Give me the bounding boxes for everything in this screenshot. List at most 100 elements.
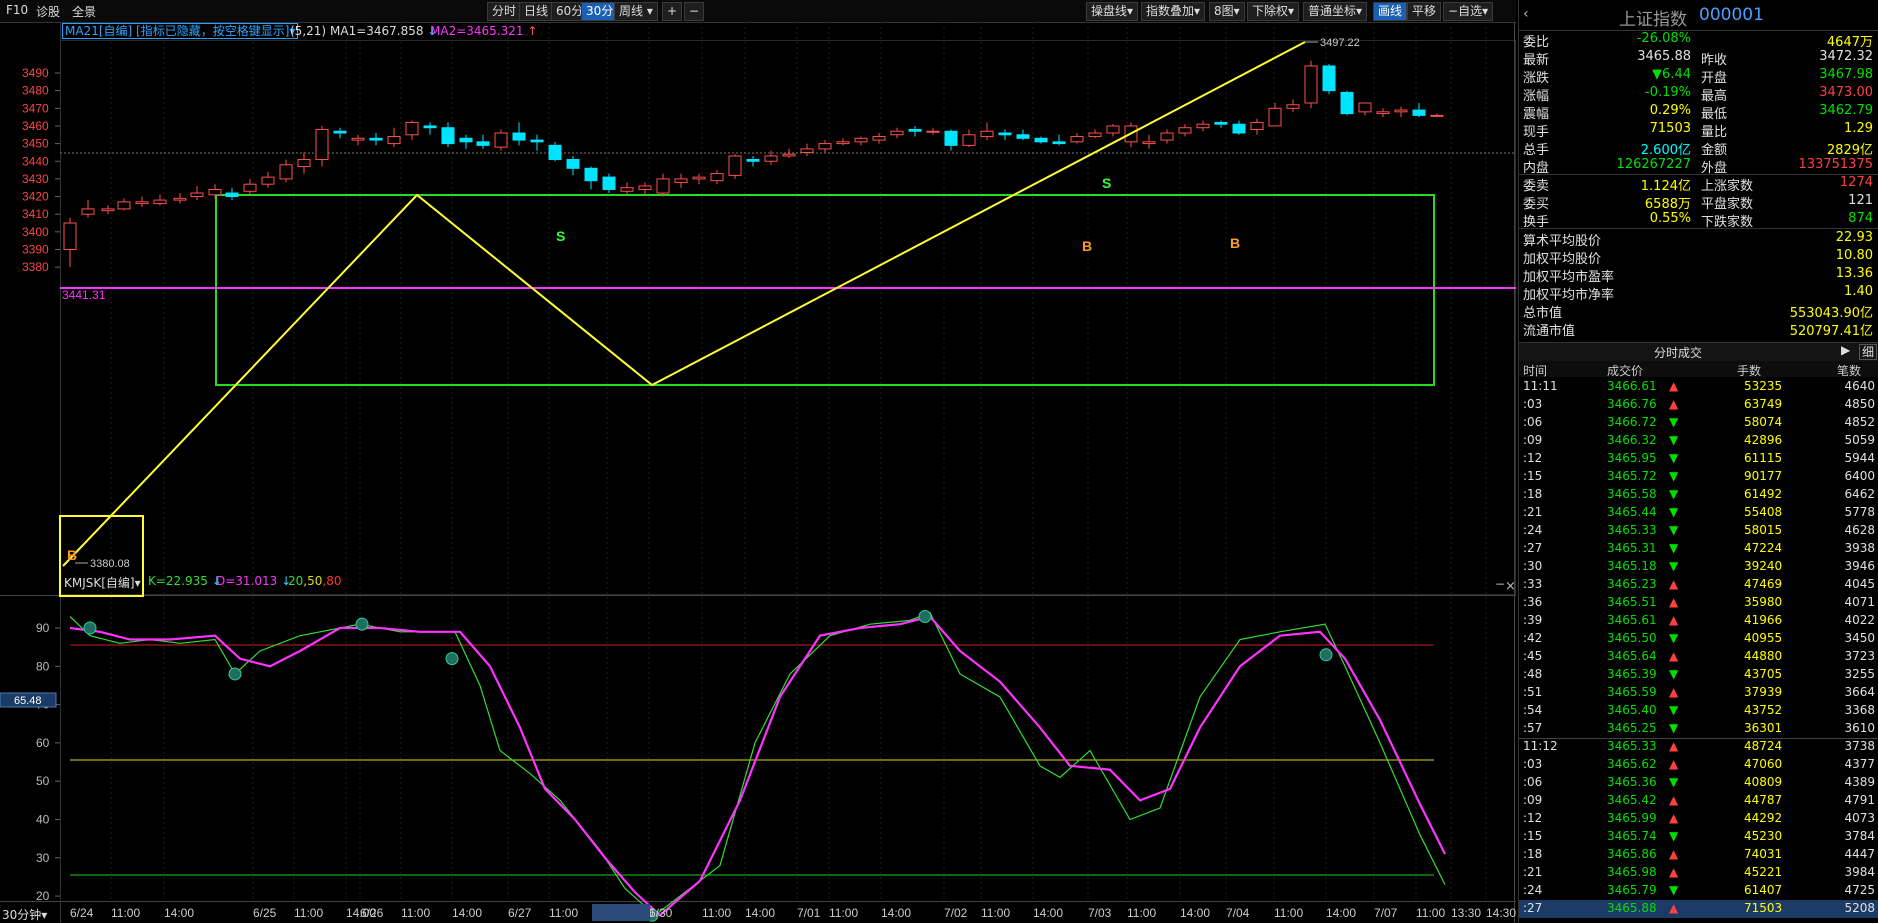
sell-marker: S <box>556 228 565 244</box>
down-triangle-icon: ▼ <box>1669 703 1679 717</box>
period-30min-button[interactable]: 30分 <box>581 2 619 21</box>
high-label: 3497.22 <box>1320 37 1360 49</box>
coordinate-button[interactable]: 普通坐标▾ <box>1303 2 1368 21</box>
zoom-in-button[interactable]: + <box>662 2 683 21</box>
ticks-title: 分时成交 <box>1654 346 1703 360</box>
period-selector[interactable]: 30分钟▾ <box>2 906 47 923</box>
tick-row[interactable]: :09 3466.32 ▼ 42896 5059 <box>1519 432 1878 450</box>
tick-row[interactable]: :36 3465.51 ▲ 35980 4071 <box>1519 594 1878 612</box>
f10-link[interactable]: F10 <box>6 3 28 17</box>
draw-line-button[interactable]: 画线 <box>1373 2 1408 21</box>
tick-volume: 48724 <box>1744 739 1783 753</box>
period-daily-button[interactable]: 日线 <box>519 2 554 21</box>
kline-chart[interactable]: 3490 3480 3470 3460 3450 3440 3430 3420 3410 3400… <box>0 22 1516 923</box>
tick-volume: 61115 <box>1744 451 1783 465</box>
tick-row[interactable]: :27 3465.31 ▼ 47224 3938 <box>1519 540 1878 558</box>
tick-count: 4377 <box>1844 757 1875 771</box>
indicator-name[interactable]: KMJSK[自编]▾ <box>64 574 141 591</box>
watchlist-button[interactable]: −自选▾ <box>1443 2 1494 21</box>
tick-row[interactable]: :39 3465.61 ▲ 41966 4022 <box>1519 612 1878 630</box>
tick-row[interactable]: :33 3465.23 ▲ 47469 4045 <box>1519 576 1878 594</box>
tick-row[interactable]: :21 3465.44 ▼ 55408 5778 <box>1519 504 1878 522</box>
tick-row[interactable]: :06 3466.72 ▼ 58074 4852 <box>1519 414 1878 432</box>
time-axis-label: 11:00 <box>549 906 578 920</box>
tick-row[interactable]: :30 3465.18 ▼ 39240 3946 <box>1519 558 1878 576</box>
indicator-close-icon[interactable]: × <box>1505 579 1516 594</box>
tick-row[interactable]: :15 3465.72 ▼ 90177 6400 <box>1519 468 1878 486</box>
tick-time: :09 <box>1523 433 1543 447</box>
tick-row[interactable]: :24 3465.33 ▼ 58015 4628 <box>1519 522 1878 540</box>
quote-value: 0.29% <box>1649 103 1691 118</box>
tick-time: :42 <box>1523 631 1543 645</box>
time-axis-label: 11:00 <box>1274 906 1303 920</box>
weekly-label: 周线 <box>619 4 644 18</box>
indicator-tick-label: 50 <box>36 774 50 788</box>
tick-row[interactable]: :48 3465.39 ▼ 43705 3255 <box>1519 666 1878 684</box>
price-tick-label: 3450 <box>22 137 49 151</box>
trend-zigzag[interactable] <box>62 41 1306 567</box>
time-axis-label: 6/30 <box>649 906 673 920</box>
stat-label: 总市值 <box>1523 306 1563 321</box>
period-intraday-button[interactable]: 分时 <box>487 2 522 21</box>
tick-volume: 53235 <box>1744 379 1783 393</box>
tick-row[interactable]: :09 3465.42 ▲ 44787 4791 <box>1519 792 1878 810</box>
ticks-header-price: 成交价 <box>1607 364 1644 378</box>
time-axis-label: 14:30 <box>1486 906 1516 920</box>
tick-row[interactable]: 11:12 3465.33 ▲ 48724 3738 <box>1519 738 1878 756</box>
ex-right-button[interactable]: 下除权▾ <box>1247 2 1300 21</box>
stat-value: 520797.41亿 <box>1789 324 1873 339</box>
tick-row[interactable]: :03 3466.76 ▲ 63749 4850 <box>1519 396 1878 414</box>
time-axis-label: 14:00 <box>452 906 482 920</box>
tick-row[interactable]: :12 3465.95 ▼ 61115 5944 <box>1519 450 1878 468</box>
time-axis-label: 7/02 <box>944 906 968 920</box>
quote-label: 开盘 <box>1701 71 1728 86</box>
back-chevron-icon[interactable]: ‹ <box>1523 6 1529 22</box>
period-weekly-button[interactable]: 周线 ▾ <box>614 2 658 21</box>
stat-value: 22.93 <box>1835 230 1873 245</box>
time-axis-label: 11:00 <box>1127 906 1156 920</box>
index-overlay-button[interactable]: 指数叠加▾ <box>1141 2 1206 21</box>
tick-detail-tab[interactable]: 细 <box>1859 344 1878 360</box>
tick-row[interactable]: :21 3465.98 ▲ 45221 3984 <box>1519 864 1878 882</box>
quote-row: 委卖 1.124亿 上涨家数 1274 <box>1523 175 1873 194</box>
tick-time: :06 <box>1523 415 1543 429</box>
tick-row[interactable]: :15 3465.74 ▼ 45230 3784 <box>1519 828 1878 846</box>
play-icon[interactable]: ▶ <box>1841 343 1850 357</box>
ma2-value: MA2=3465.321 ↑ <box>430 24 537 38</box>
tick-row[interactable]: :51 3465.59 ▲ 37939 3664 <box>1519 684 1878 702</box>
eight-chart-button[interactable]: 8图▾ <box>1209 2 1245 21</box>
quote-label: 涨跌 <box>1523 71 1550 86</box>
time-axis-label: 6/26 <box>360 906 384 920</box>
tick-row[interactable]: :12 3465.99 ▲ 44292 4073 <box>1519 810 1878 828</box>
tick-row[interactable]: :27 3465.88 ▲ 71503 5208 <box>1519 900 1878 918</box>
quote-value: 3462.79 <box>1819 103 1873 118</box>
tick-volume: 74031 <box>1744 847 1783 861</box>
tick-row[interactable]: :54 3465.40 ▼ 43752 3368 <box>1519 702 1878 720</box>
zoom-out-button[interactable]: − <box>684 2 705 21</box>
pan-button[interactable]: 平移 <box>1407 2 1442 21</box>
diagnose-link[interactable]: 诊股 <box>36 3 60 20</box>
up-triangle-icon: ▲ <box>1669 811 1679 825</box>
tick-row[interactable]: :57 3465.25 ▼ 36301 3610 <box>1519 720 1878 738</box>
time-axis-label: 11:00 <box>981 906 1010 920</box>
tick-time: :45 <box>1523 649 1543 663</box>
drawn-box[interactable] <box>215 194 1435 386</box>
trade-line-button[interactable]: 操盘线▾ <box>1086 2 1139 21</box>
indicator-minimize-icon[interactable]: − <box>1495 577 1505 591</box>
ma-indicator-label[interactable]: MA21[自编] [指标已隐藏，按空格键显示]▾ <box>62 23 299 39</box>
tick-row[interactable]: :42 3465.50 ▼ 40955 3450 <box>1519 630 1878 648</box>
tick-row[interactable]: 11:11 3466.61 ▲ 53235 4640 <box>1519 378 1878 396</box>
tick-row[interactable]: :18 3465.86 ▲ 74031 4447 <box>1519 846 1878 864</box>
ex-right-label: 下除权 <box>1252 4 1289 18</box>
tick-row[interactable]: :24 3465.79 ▼ 61407 4725 <box>1519 882 1878 900</box>
tick-row[interactable]: :18 3465.58 ▼ 61492 6462 <box>1519 486 1878 504</box>
tick-row[interactable]: :06 3465.36 ▼ 40809 4389 <box>1519 774 1878 792</box>
ticks-header: 时间 成交价 手数 笔数 <box>1519 361 1878 378</box>
stat-value: 553043.90亿 <box>1789 306 1873 321</box>
panorama-link[interactable]: 全景 <box>72 3 96 20</box>
tick-price: 3465.51 <box>1607 595 1657 609</box>
price-tick-label: 3440 <box>22 154 49 168</box>
tick-price: 3465.58 <box>1607 487 1657 501</box>
tick-row[interactable]: :03 3465.62 ▲ 47060 4377 <box>1519 756 1878 774</box>
tick-row[interactable]: :45 3465.64 ▲ 44880 3723 <box>1519 648 1878 666</box>
